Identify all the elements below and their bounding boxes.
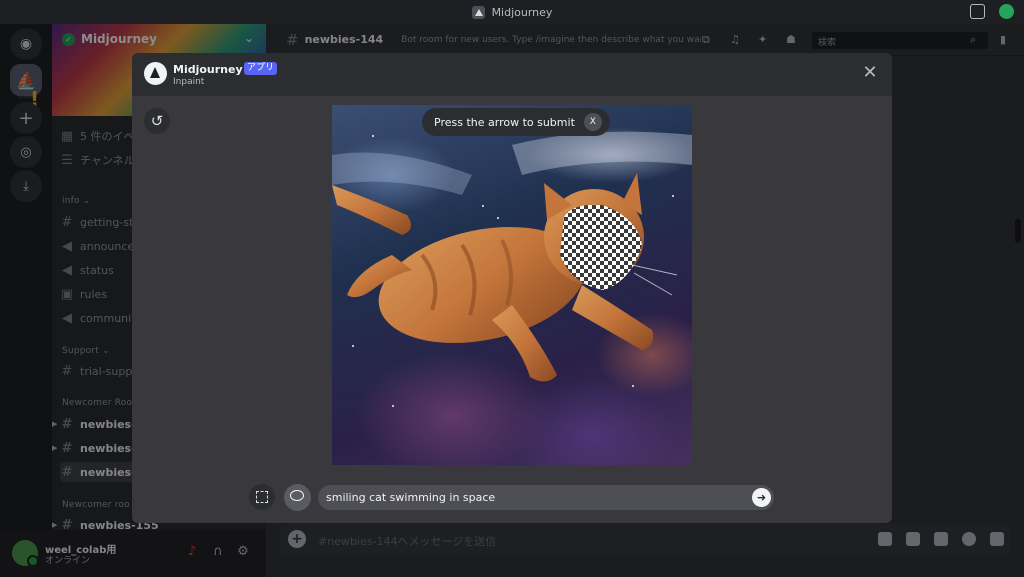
midjourney-app-icon: [471, 5, 485, 19]
submit-hint-tooltip: Press the arrow to submit X: [422, 108, 610, 136]
star-speck: [392, 405, 394, 407]
rectangle-select-icon: [256, 491, 268, 503]
window-titlebar: Midjourney: [0, 0, 1024, 24]
screen-share-icon[interactable]: [970, 4, 985, 19]
star-speck: [632, 385, 634, 387]
star-speck: [352, 345, 354, 347]
rectangle-select-tool[interactable]: [249, 484, 275, 510]
help-icon[interactable]: [999, 4, 1014, 19]
window-title: Midjourney: [491, 5, 553, 19]
lasso-icon: [290, 490, 304, 501]
modal-header: Midjourney Bot アプリ Inpaint ✕: [132, 53, 892, 96]
modal-subtitle: Inpaint: [173, 77, 205, 87]
lasso-select-tool[interactable]: [284, 484, 311, 511]
prompt-field[interactable]: ➜: [318, 485, 774, 510]
close-icon[interactable]: ✕: [862, 64, 878, 82]
inpaint-modal: Midjourney Bot アプリ Inpaint ✕ ↺ Press the…: [132, 53, 892, 523]
prompt-input[interactable]: [326, 485, 746, 510]
star-speck: [482, 205, 484, 207]
hint-close-button[interactable]: X: [583, 113, 602, 131]
submit-arrow-button[interactable]: ➜: [752, 488, 771, 507]
app-badge: アプリ: [244, 62, 278, 75]
star-speck: [372, 135, 374, 137]
submit-hint-text: Press the arrow to submit: [434, 115, 575, 129]
inpaint-image-canvas[interactable]: [332, 105, 692, 465]
bot-avatar[interactable]: [144, 62, 167, 85]
cat-in-space-image: [332, 131, 692, 382]
titlebar-actions: [970, 4, 1014, 19]
undo-icon[interactable]: ↺: [144, 108, 170, 134]
star-speck: [672, 195, 674, 197]
star-speck: [497, 217, 499, 219]
